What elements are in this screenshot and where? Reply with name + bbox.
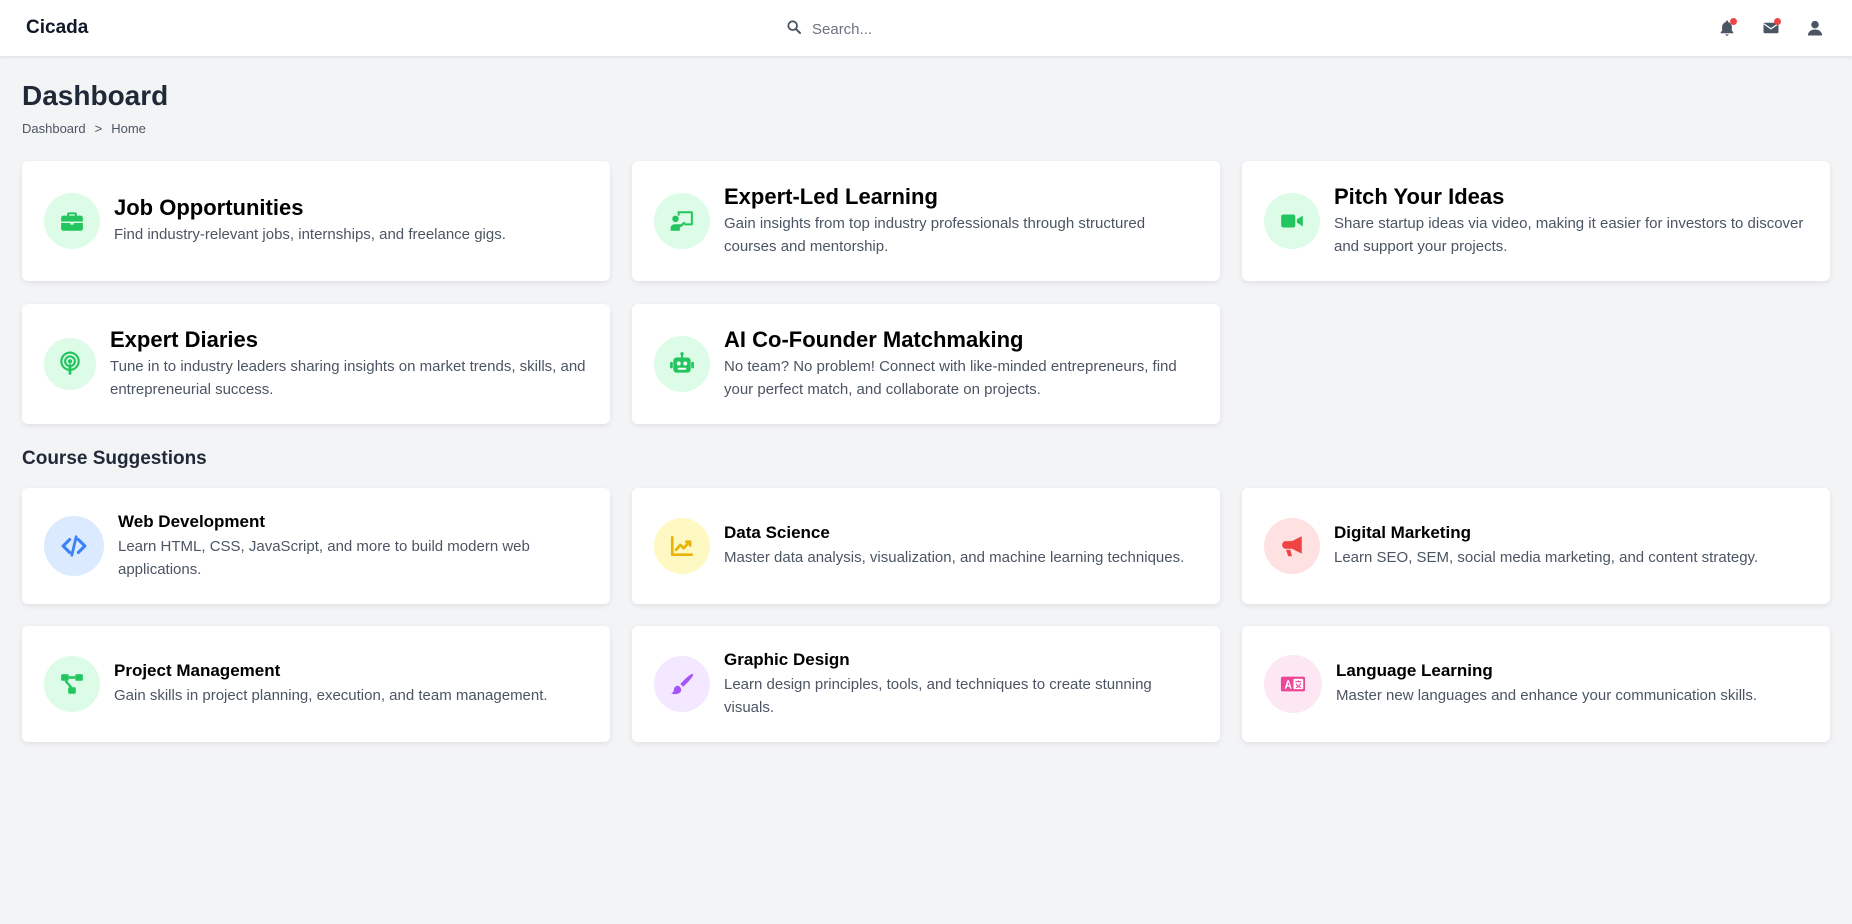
course-title: Project Management bbox=[114, 661, 281, 681]
video-camera-icon bbox=[1264, 193, 1320, 249]
course-description: Master data analysis, visualization, and… bbox=[724, 549, 1185, 567]
course-description: Gain skills in project planning, executi… bbox=[114, 687, 548, 705]
course-title: Digital Marketing bbox=[1334, 523, 1471, 543]
course-suggestions-heading: Course Suggestions bbox=[22, 448, 207, 469]
feature-description: No team? No problem! Connect with like-m… bbox=[724, 358, 1177, 398]
megaphone-icon bbox=[1264, 518, 1320, 574]
course-card-data-science[interactable]: Data Science Master data analysis, visua… bbox=[632, 488, 1220, 604]
course-description: Master new languages and enhance your co… bbox=[1336, 687, 1758, 705]
top-navbar: Cicada bbox=[0, 0, 1852, 56]
feature-title: Expert-Led Learning bbox=[724, 183, 938, 209]
chalkboard-teacher-icon bbox=[654, 193, 710, 249]
course-card-web-development[interactable]: Web Development Learn HTML, CSS, JavaScr… bbox=[22, 488, 610, 604]
code-icon bbox=[44, 516, 104, 576]
feature-card-ai-co-founder[interactable]: AI Co-Founder Matchmaking No team? No pr… bbox=[632, 304, 1220, 424]
briefcase-icon bbox=[44, 193, 100, 249]
header-actions bbox=[1716, 17, 1826, 39]
course-title: Web Development bbox=[118, 511, 266, 531]
project-diagram-icon bbox=[44, 656, 100, 712]
feature-card-expert-led-learning[interactable]: Expert-Led Learning Gain insights from t… bbox=[632, 161, 1220, 281]
feature-card-pitch-your-ideas[interactable]: Pitch Your Ideas Share startup ideas via… bbox=[1242, 161, 1830, 281]
user-icon[interactable] bbox=[1804, 17, 1826, 39]
course-description: Learn SEO, SEM, social media marketing, … bbox=[1334, 549, 1759, 567]
podcast-icon bbox=[44, 338, 96, 390]
brand-logo[interactable]: Cicada bbox=[26, 17, 88, 39]
feature-title: Pitch Your Ideas bbox=[1334, 183, 1505, 209]
course-card-digital-marketing[interactable]: Digital Marketing Learn SEO, SEM, social… bbox=[1242, 488, 1830, 604]
feature-description: Share startup ideas via video, making it… bbox=[1334, 215, 1804, 255]
notification-dot bbox=[1730, 18, 1737, 25]
feature-title: Job Opportunities bbox=[114, 195, 304, 221]
breadcrumb: Dashboard > Home bbox=[22, 121, 146, 136]
feature-title: Expert Diaries bbox=[110, 326, 258, 352]
search-bar bbox=[786, 17, 1086, 41]
course-title: Graphic Design bbox=[724, 649, 850, 669]
envelope-icon[interactable] bbox=[1760, 17, 1782, 39]
course-card-project-management[interactable]: Project Management Gain skills in projec… bbox=[22, 626, 610, 742]
robot-icon bbox=[654, 336, 710, 392]
breadcrumb-item-dashboard[interactable]: Dashboard bbox=[22, 121, 86, 136]
breadcrumb-separator: > bbox=[94, 121, 103, 136]
search-icon bbox=[786, 19, 802, 40]
feature-card-expert-diaries[interactable]: Expert Diaries Tune in to industry leade… bbox=[22, 304, 610, 424]
message-dot bbox=[1774, 18, 1781, 25]
course-title: Data Science bbox=[724, 523, 830, 543]
paintbrush-icon bbox=[654, 656, 710, 712]
search-input[interactable] bbox=[812, 20, 1052, 38]
course-card-language-learning[interactable]: Language Learning Master new languages a… bbox=[1242, 626, 1830, 742]
course-card-graphic-design[interactable]: Graphic Design Learn design principles, … bbox=[632, 626, 1220, 742]
course-description: Learn design principles, tools, and tech… bbox=[724, 676, 1152, 716]
chart-line-icon bbox=[654, 518, 710, 574]
bell-icon[interactable] bbox=[1716, 17, 1738, 39]
feature-card-job-opportunities[interactable]: Job Opportunities Find industry-relevant… bbox=[22, 161, 610, 281]
breadcrumb-item-home[interactable]: Home bbox=[111, 121, 146, 136]
feature-description: Tune in to industry leaders sharing insi… bbox=[110, 358, 586, 398]
language-icon bbox=[1264, 655, 1322, 713]
course-title: Language Learning bbox=[1336, 661, 1493, 681]
course-description: Learn HTML, CSS, JavaScript, and more to… bbox=[118, 538, 530, 578]
feature-description: Find industry-relevant jobs, internships… bbox=[114, 226, 506, 244]
feature-description: Gain insights from top industry professi… bbox=[724, 215, 1146, 255]
feature-title: AI Co-Founder Matchmaking bbox=[724, 326, 1024, 352]
page-title: Dashboard bbox=[22, 80, 169, 111]
